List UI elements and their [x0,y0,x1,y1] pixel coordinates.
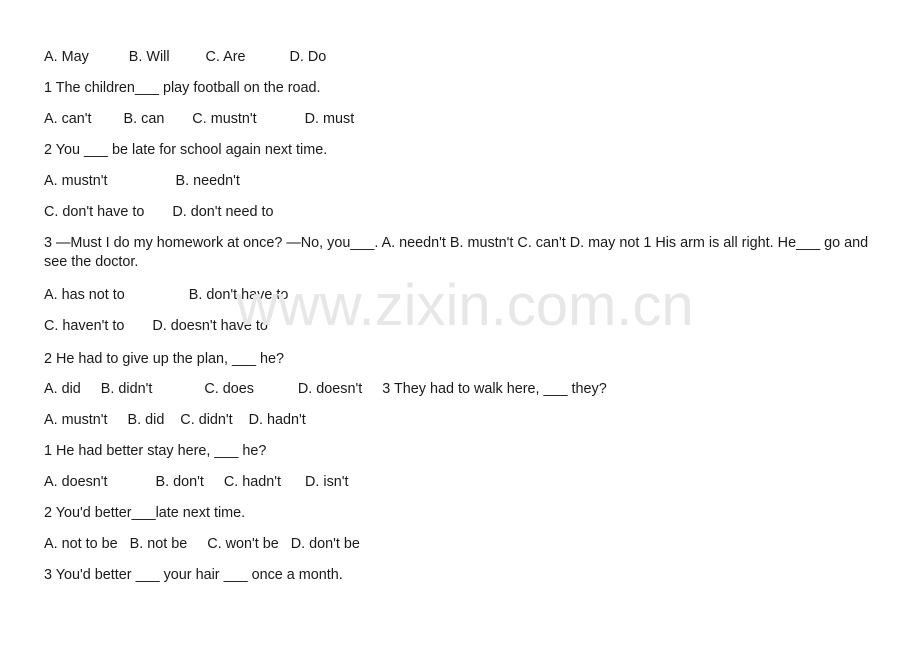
site-watermark: www.zixin.com.cn [236,273,694,338]
answer-choices-line: A. doesn't B. don't C. hadn't D. isn't [44,474,349,490]
question-line: 1 The children___ play football on the r… [44,80,321,96]
question-line: 1 He had better stay here, ___ he? [44,443,267,459]
answer-choices-line: A. did B. didn't C. does D. doesn't 3 Th… [44,381,607,397]
answer-choices-line: A. mustn't B. did C. didn't D. hadn't [44,412,306,428]
question-line: 2 You'd better___late next time. [44,505,246,521]
document-page: A. May B. Will C. Are D. Do 1 The childr… [0,0,920,651]
answer-choices-line: A. has not to B. don't have to [44,287,289,303]
answer-choices-line: C. haven't to D. doesn't have to [44,318,268,334]
answer-choices-line: A. May B. Will C. Are D. Do [44,49,327,65]
question-line: 2 You ___ be late for school again next … [44,142,328,158]
question-line: 3 You'd better ___ your hair ___ once a … [44,567,343,583]
answer-choices-line: A. can't B. can C. mustn't D. must [44,111,355,127]
answer-choices-line: C. don't have to D. don't need to [44,204,274,220]
answer-choices-line: A. not to be B. not be C. won't be D. do… [44,536,360,552]
answer-choices-line: A. mustn't B. needn't [44,173,240,189]
question-line-wrapped: 3 —Must I do my homework at once? —No, y… [44,235,869,270]
question-line: 2 He had to give up the plan, ___ he? [44,351,285,367]
